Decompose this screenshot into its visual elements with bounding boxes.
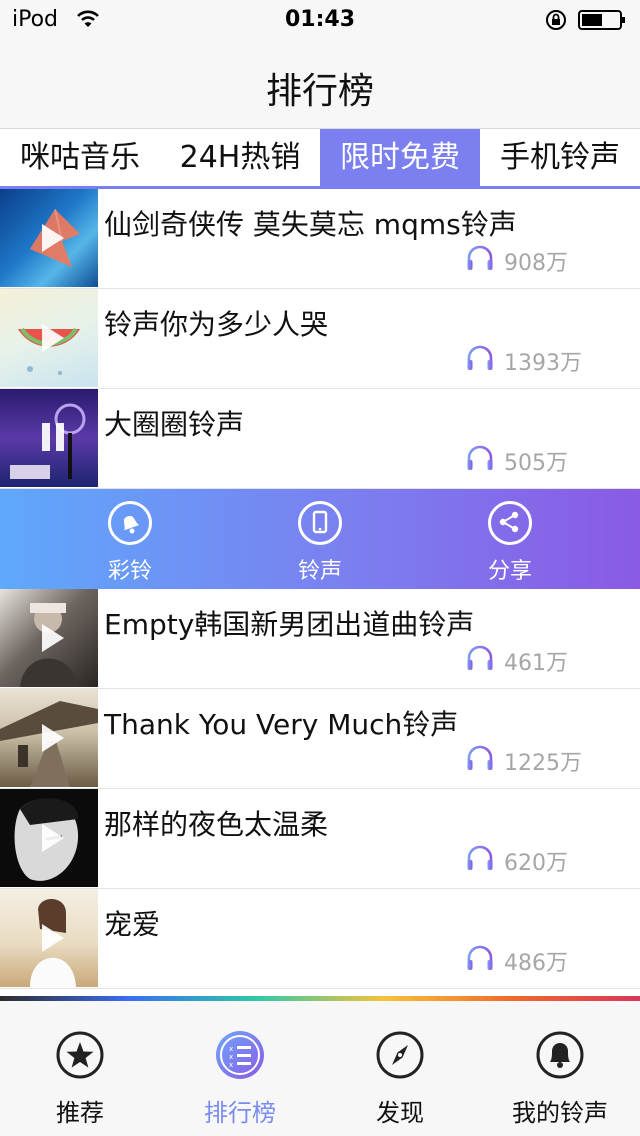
play-count-value: 486万 xyxy=(504,951,568,976)
song-action-bar: 彩铃 铃声 分享 xyxy=(0,489,640,589)
svg-text:x: x xyxy=(229,1061,233,1069)
play-icon xyxy=(42,324,64,352)
headphones-icon xyxy=(466,345,494,375)
tab-label: 我的铃声 xyxy=(512,1099,608,1127)
headphones-icon xyxy=(466,945,494,975)
ringback-tone-button[interactable]: 彩铃 xyxy=(90,501,170,585)
album-art[interactable] xyxy=(0,689,98,787)
tab-my-ringtones[interactable]: 我的铃声 xyxy=(480,1029,640,1128)
list-item[interactable]: Thank You Very Much铃声 1225万 xyxy=(0,689,640,789)
bottom-tab-bar: 推荐 x x x 排行榜 发现 我的铃声 xyxy=(0,1001,640,1136)
compass-icon xyxy=(374,1029,426,1081)
album-art[interactable] xyxy=(0,589,98,687)
tab-recommend[interactable]: 推荐 xyxy=(0,1029,160,1128)
pause-icon xyxy=(42,423,66,451)
song-title: 大圈圈铃声 xyxy=(104,408,245,441)
set-ringtone-button[interactable]: 铃声 xyxy=(280,501,360,585)
song-list: 仙剑奇侠传 莫失莫忘 mqms铃声 908万 铃声你为多少人哭 1393万 大圈… xyxy=(0,189,640,989)
share-button[interactable]: 分享 xyxy=(470,501,550,585)
play-count-value: 461万 xyxy=(504,651,568,676)
play-icon xyxy=(42,924,64,952)
play-icon xyxy=(42,624,64,652)
album-art[interactable] xyxy=(0,889,98,987)
song-title: Empty韩国新男团出道曲铃声 xyxy=(104,608,475,641)
action-label: 铃声 xyxy=(297,559,342,584)
song-title: 仙剑奇侠传 莫失莫忘 mqms铃声 xyxy=(104,208,517,241)
navigation-bar: 排行榜 xyxy=(0,40,640,128)
bell-icon xyxy=(108,501,152,545)
play-count-value: 908万 xyxy=(504,251,568,276)
list-item[interactable]: 大圈圈铃声 505万 xyxy=(0,389,640,489)
headphones-icon xyxy=(466,445,494,475)
tab-label: 推荐 xyxy=(56,1099,104,1127)
action-label: 分享 xyxy=(487,559,532,584)
headphones-icon xyxy=(466,645,494,675)
album-art[interactable] xyxy=(0,289,98,387)
tab-ranking[interactable]: x x x 排行榜 xyxy=(160,1029,320,1128)
battery-icon xyxy=(578,9,628,35)
tab-24h-hot[interactable]: 24H热销 xyxy=(160,129,320,189)
page-title: 排行榜 xyxy=(265,71,374,112)
bell-icon xyxy=(534,1029,586,1081)
headphones-icon xyxy=(466,745,494,775)
song-title: 铃声你为多少人哭 xyxy=(104,308,329,341)
share-icon xyxy=(488,501,532,545)
tab-label: 排行榜 xyxy=(204,1099,276,1127)
svg-text:x: x xyxy=(229,1053,233,1061)
headphones-icon xyxy=(466,845,494,875)
list-item[interactable]: 仙剑奇侠传 莫失莫忘 mqms铃声 908万 xyxy=(0,189,640,289)
tab-discover[interactable]: 发现 xyxy=(320,1029,480,1128)
list-item[interactable]: 宠爱 486万 xyxy=(0,889,640,989)
play-count-value: 620万 xyxy=(504,851,568,876)
play-icon xyxy=(42,224,64,252)
tab-migu-music[interactable]: 咪咕音乐 xyxy=(0,129,160,189)
tab-phone-ringtones[interactable]: 手机铃声 xyxy=(480,129,640,189)
headphones-icon xyxy=(466,245,494,275)
list-item[interactable]: Empty韩国新男团出道曲铃声 461万 xyxy=(0,589,640,689)
tab-label: 发现 xyxy=(376,1099,424,1127)
song-title: Thank You Very Much铃声 xyxy=(104,708,459,741)
star-icon xyxy=(54,1029,106,1081)
action-label: 彩铃 xyxy=(107,559,152,584)
album-art[interactable] xyxy=(0,389,98,487)
song-title: 那样的夜色太温柔 xyxy=(104,808,329,841)
phone-icon xyxy=(298,501,342,545)
play-count-value: 505万 xyxy=(504,451,568,476)
song-title: 宠爱 xyxy=(104,908,161,941)
status-bar: iPod 01:43 xyxy=(0,0,640,40)
play-count-value: 1225万 xyxy=(504,751,582,776)
orientation-lock-icon xyxy=(544,9,568,35)
play-icon xyxy=(42,724,64,752)
ranking-list-icon: x x x xyxy=(214,1029,266,1081)
list-item[interactable]: 铃声你为多少人哭 1393万 xyxy=(0,289,640,389)
album-art[interactable] xyxy=(0,789,98,887)
play-icon xyxy=(42,824,64,852)
ranking-tabs: 咪咕音乐 24H热销 限时免费 手机铃声 xyxy=(0,128,640,189)
svg-text:x: x xyxy=(229,1045,233,1053)
album-art[interactable] xyxy=(0,189,98,287)
tab-limited-free[interactable]: 限时免费 xyxy=(320,129,480,189)
list-item[interactable]: 那样的夜色太温柔 620万 xyxy=(0,789,640,889)
play-count-value: 1393万 xyxy=(504,351,582,376)
